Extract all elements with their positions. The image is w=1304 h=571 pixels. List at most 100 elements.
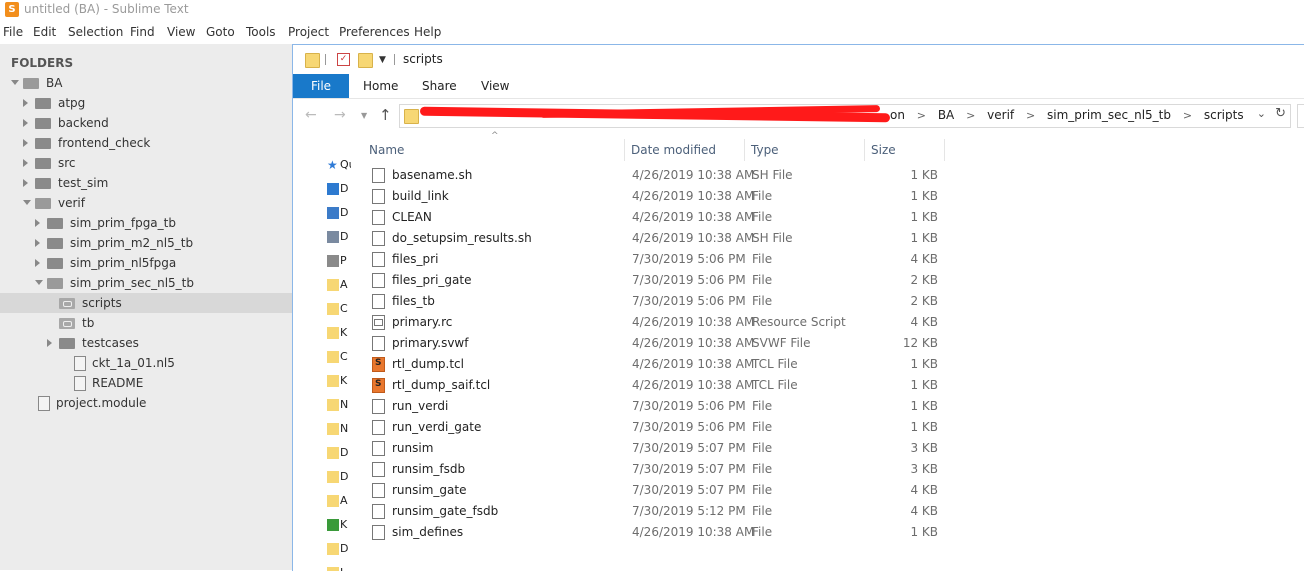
file-row[interactable]: sim_defines 4/26/2019 10:38 AM File 1 KB	[351, 522, 951, 543]
sidebar-item[interactable]: scripts	[0, 293, 292, 313]
nav-folder-icon[interactable]	[327, 255, 339, 267]
file-row[interactable]: files_tb 7/30/2019 5:06 PM File 2 KB	[351, 291, 951, 312]
recent-locations-chevron-icon[interactable]: ▼	[361, 111, 367, 120]
nav-pane-label[interactable]: D	[340, 182, 348, 195]
disclosure-collapsed-icon[interactable]	[47, 339, 52, 347]
disclosure-collapsed-icon[interactable]	[23, 119, 28, 127]
nav-pane-label[interactable]: P	[340, 254, 347, 267]
disclosure-collapsed-icon[interactable]	[23, 139, 28, 147]
nav-pane-label[interactable]: A	[340, 494, 348, 507]
file-row[interactable]: do_setupsim_results.sh 4/26/2019 10:38 AM…	[351, 228, 951, 249]
breadcrumb-scripts[interactable]: scripts	[1204, 108, 1244, 122]
nav-pane-label[interactable]: C	[340, 302, 348, 315]
menu-preferences[interactable]: Preferences	[339, 25, 410, 39]
nav-pane-label[interactable]: D	[340, 542, 348, 555]
nav-pane-label[interactable]: D	[340, 446, 348, 459]
nav-pane-label[interactable]: C	[340, 350, 348, 363]
customize-toolbar-dropdown-icon[interactable]: ▼	[379, 55, 386, 65]
file-row[interactable]: runsim 7/30/2019 5:07 PM File 3 KB	[351, 438, 951, 459]
nav-folder-icon[interactable]	[327, 423, 339, 435]
file-row[interactable]: runsim_fsdb 7/30/2019 5:07 PM File 3 KB	[351, 459, 951, 480]
disclosure-expanded-icon[interactable]	[23, 200, 31, 205]
back-arrow-icon[interactable]: ←	[305, 107, 317, 123]
file-row[interactable]: build_link 4/26/2019 10:38 AM File 1 KB	[351, 186, 951, 207]
disclosure-collapsed-icon[interactable]	[35, 259, 40, 267]
nav-folder-icon[interactable]	[327, 567, 339, 571]
tab-home[interactable]: Home	[363, 79, 398, 93]
file-row[interactable]: primary.rc 4/26/2019 10:38 AM Resource Scr…	[351, 312, 951, 333]
sidebar-item[interactable]: sim_prim_nl5fpga	[0, 253, 292, 273]
sidebar-item[interactable]: sim_prim_m2_nl5_tb	[0, 233, 292, 253]
sidebar-item[interactable]: testcases	[0, 333, 292, 353]
sidebar-item[interactable]: sim_prim_fpga_tb	[0, 213, 292, 233]
breadcrumb-chevron-icon[interactable]: >	[909, 109, 934, 122]
nav-folder-icon[interactable]	[327, 471, 339, 483]
nav-pane-label[interactable]: A	[340, 278, 348, 291]
menu-tools[interactable]: Tools	[246, 25, 276, 39]
menu-goto[interactable]: Goto	[206, 25, 235, 39]
up-arrow-icon[interactable]: ↑	[379, 106, 392, 124]
column-type-header[interactable]: Type	[745, 139, 865, 161]
column-date-header[interactable]: Date modified	[625, 139, 745, 161]
breadcrumb-partial[interactable]: on	[890, 108, 905, 122]
breadcrumb-chevron-icon[interactable]: >	[1018, 109, 1043, 122]
nav-pane-label[interactable]: N	[340, 398, 348, 411]
nav-pane-label[interactable]: D	[340, 230, 348, 243]
tab-share[interactable]: Share	[422, 79, 457, 93]
tab-file[interactable]: File	[293, 74, 349, 98]
file-row[interactable]: rtl_dump_saif.tcl 4/26/2019 10:38 AMTCL F…	[351, 375, 951, 396]
nav-folder-icon[interactable]	[327, 327, 339, 339]
disclosure-collapsed-icon[interactable]	[35, 219, 40, 227]
nav-folder-icon[interactable]	[327, 351, 339, 363]
properties-icon[interactable]: ✓	[337, 53, 350, 66]
file-row[interactable]: run_verdi 7/30/2019 5:06 PM File 1 KB	[351, 396, 951, 417]
nav-pane-label[interactable]: D	[340, 206, 348, 219]
search-box[interactable]	[1297, 104, 1304, 128]
sidebar-item[interactable]: verif	[0, 193, 292, 213]
file-row[interactable]: CLEAN 4/26/2019 10:38 AM File 1 KB	[351, 207, 951, 228]
nav-pane-label[interactable]: K	[340, 518, 347, 531]
nav-pane-label[interactable]: N	[340, 422, 348, 435]
menu-help[interactable]: Help	[414, 25, 441, 39]
sidebar-item[interactable]: ckt_1a_01.nl5	[0, 353, 292, 373]
breadcrumb-verif[interactable]: verif	[987, 108, 1014, 122]
file-row[interactable]: runsim_gate 7/30/2019 5:07 PM File 4 KB	[351, 480, 951, 501]
nav-folder-icon[interactable]	[327, 279, 339, 291]
column-size-header[interactable]: Size	[865, 139, 945, 161]
nav-folder-icon[interactable]	[327, 375, 339, 387]
sidebar-item[interactable]: sim_prim_sec_nl5_tb	[0, 273, 292, 293]
nav-folder-icon[interactable]	[327, 543, 339, 555]
sidebar-item[interactable]: project.module	[0, 393, 292, 413]
tab-view[interactable]: View	[481, 79, 509, 93]
column-name-header[interactable]: Name	[363, 139, 625, 161]
menu-find[interactable]: Find	[130, 25, 155, 39]
sidebar-item[interactable]: src	[0, 153, 292, 173]
disclosure-collapsed-icon[interactable]	[23, 179, 28, 187]
disclosure-collapsed-icon[interactable]	[35, 239, 40, 247]
file-row[interactable]: run_verdi_gate 7/30/2019 5:06 PM File 1 KB	[351, 417, 951, 438]
file-row[interactable]: files_pri 7/30/2019 5:06 PM File 4 KB	[351, 249, 951, 270]
sidebar-item[interactable]: backend	[0, 113, 292, 133]
nav-folder-icon[interactable]	[327, 399, 339, 411]
nav-pane-label[interactable]: Qu	[340, 158, 351, 171]
menu-selection[interactable]: Selection	[68, 25, 123, 39]
nav-pane-label[interactable]: K	[340, 374, 347, 387]
nav-folder-icon[interactable]	[327, 303, 339, 315]
nav-folder-icon[interactable]	[327, 183, 339, 195]
sidebar-item[interactable]: README	[0, 373, 292, 393]
breadcrumb-ba[interactable]: BA	[938, 108, 954, 122]
sidebar-item[interactable]: tb	[0, 313, 292, 333]
disclosure-expanded-icon[interactable]	[11, 80, 19, 85]
disclosure-collapsed-icon[interactable]	[23, 159, 28, 167]
sidebar-item[interactable]: frontend_check	[0, 133, 292, 153]
file-row[interactable]: rtl_dump.tcl 4/26/2019 10:38 AMTCL File 1 …	[351, 354, 951, 375]
menu-file[interactable]: File	[3, 25, 23, 39]
menu-edit[interactable]: Edit	[33, 25, 56, 39]
breadcrumb-chevron-icon[interactable]: >	[1175, 109, 1200, 122]
nav-folder-icon[interactable]	[327, 519, 339, 531]
sidebar-item[interactable]: atpg	[0, 93, 292, 113]
file-row[interactable]: basename.sh 4/26/2019 10:38 AM SH File 1 KB	[351, 165, 951, 186]
disclosure-expanded-icon[interactable]	[35, 280, 43, 285]
breadcrumb-chevron-icon[interactable]: >	[958, 109, 983, 122]
nav-pane-label[interactable]: D	[340, 470, 348, 483]
